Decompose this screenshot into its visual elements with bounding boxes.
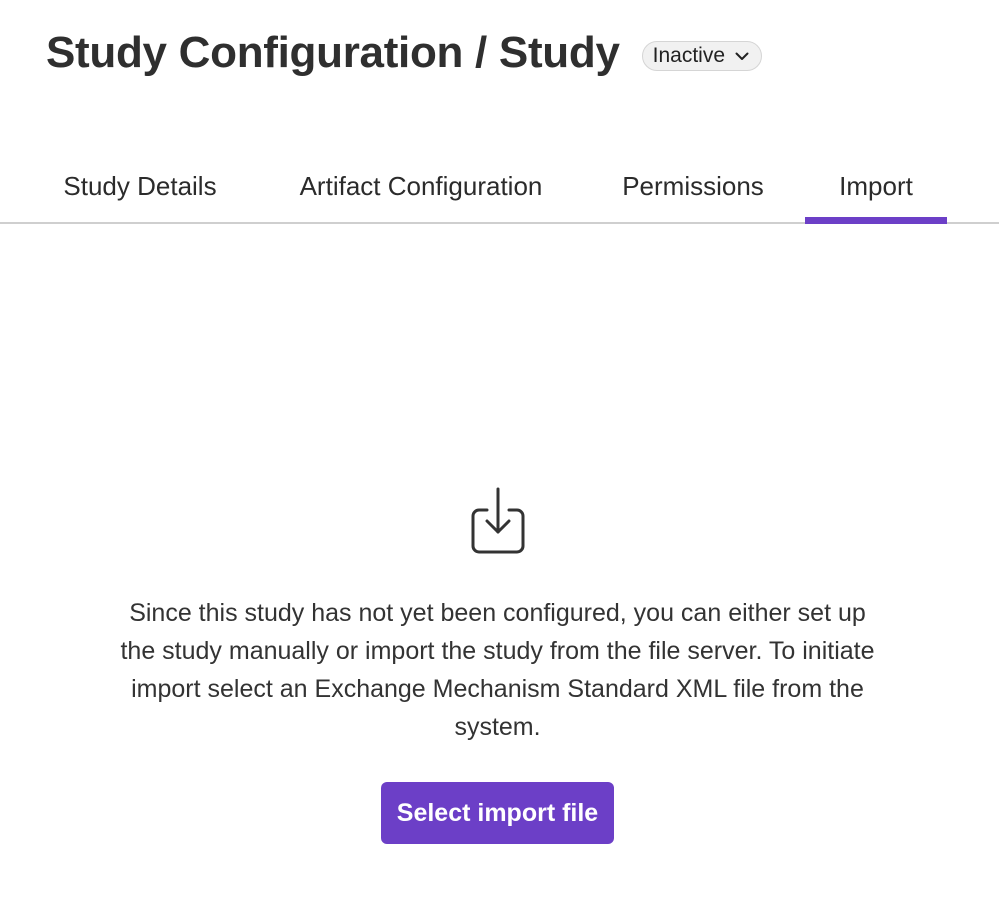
tab-study-details[interactable]: Study Details (40, 150, 240, 222)
tab-permissions[interactable]: Permissions (605, 150, 781, 222)
page-header: Study Configuration / Study Inactive (46, 28, 763, 78)
select-import-file-button[interactable]: Select import file (381, 782, 614, 844)
study-import-page: Study Configuration / Study Inactive Stu… (0, 0, 999, 911)
empty-state-message: Since this study has not yet been config… (120, 599, 875, 741)
status-dropdown[interactable]: Inactive (641, 41, 763, 71)
tab-import[interactable]: Import (805, 150, 947, 224)
import-download-icon (471, 487, 525, 554)
status-dropdown-value: Inactive (652, 44, 726, 67)
tab-bar: Study Details Artifact Configuration Per… (0, 150, 999, 224)
chevron-down-icon (735, 52, 749, 60)
page-title: Study Configuration / Study (46, 28, 620, 77)
tab-artifact-configuration[interactable]: Artifact Configuration (275, 150, 567, 222)
